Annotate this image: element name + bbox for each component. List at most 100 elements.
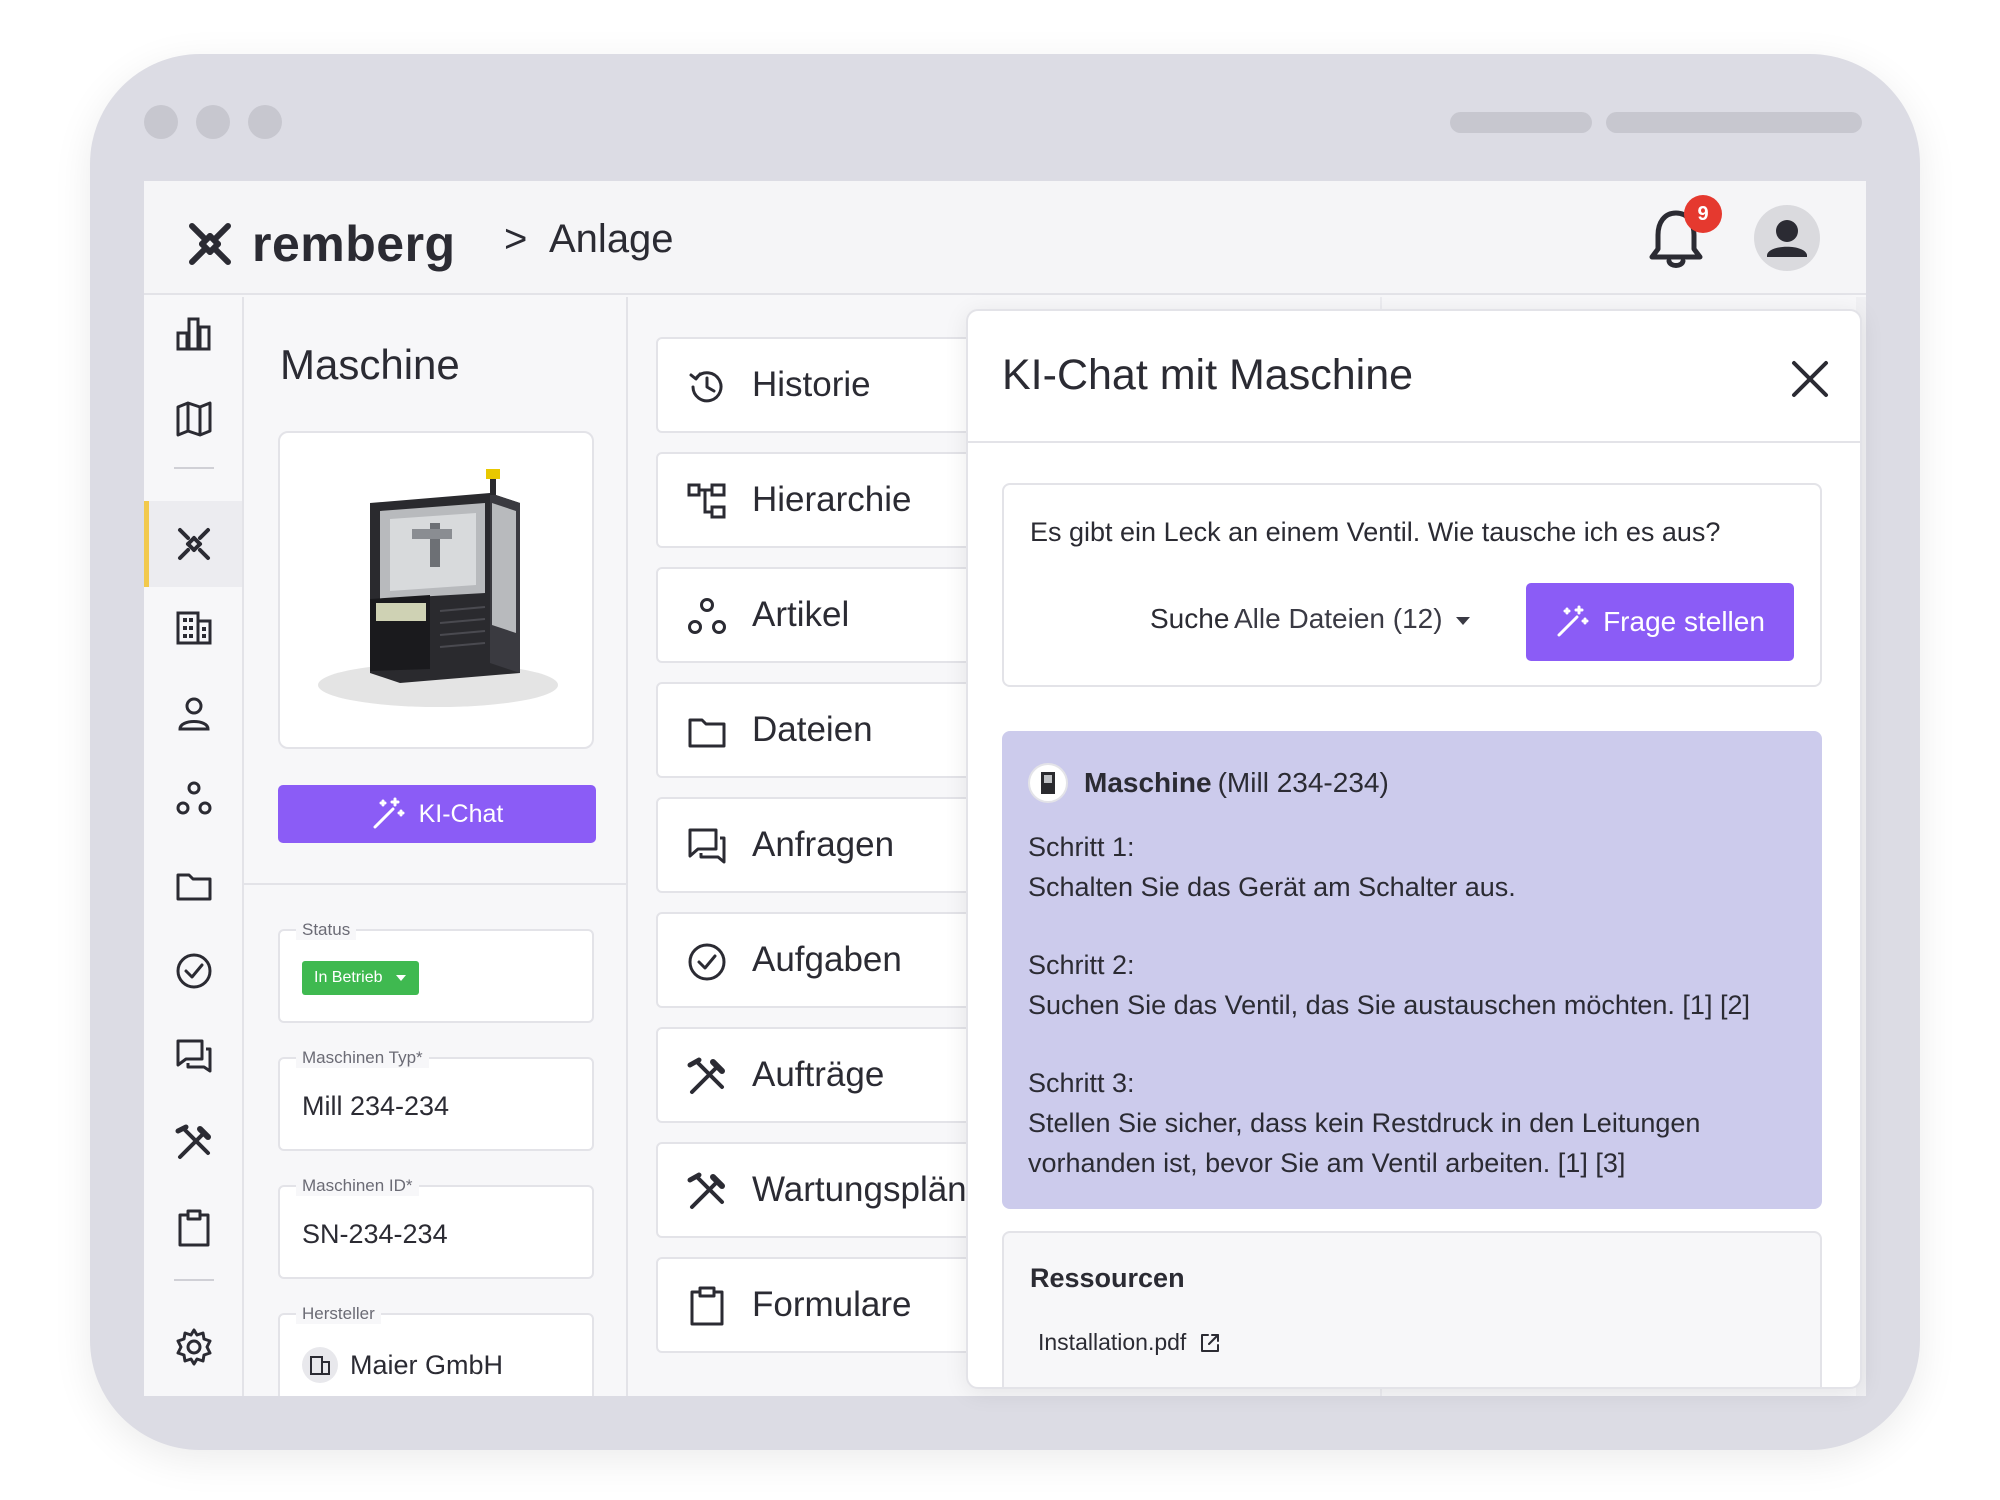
- external-link-icon[interactable]: [1198, 1331, 1222, 1355]
- menu-item-label: Wartungspläne: [752, 1170, 987, 1209]
- gear-icon[interactable]: [174, 1327, 214, 1367]
- status-value: In Betrieb: [314, 969, 383, 986]
- window-bar: [1450, 112, 1592, 133]
- sidebar: [144, 297, 244, 1396]
- menu-item-label: Historie: [752, 365, 871, 404]
- manufacturer-field[interactable]: Hersteller Maier GmbH: [278, 1304, 594, 1396]
- menu-item-formulare[interactable]: Formulare: [656, 1257, 986, 1353]
- hierarchy-icon: [687, 483, 726, 519]
- menu-item-aufgaben[interactable]: Aufgaben: [656, 912, 986, 1008]
- menu-item-label: Dateien: [752, 710, 873, 749]
- answer-step-title: Schritt 3:: [1028, 1068, 1135, 1098]
- sidebar-divider: [174, 467, 214, 469]
- chat-header-divider: [968, 441, 1860, 443]
- ask-question-button[interactable]: Frage stellen: [1526, 583, 1794, 661]
- menu-item-hierarchie[interactable]: Hierarchie: [656, 452, 986, 548]
- answer-step-text: Suchen Sie das Ventil, das Sie austausch…: [1028, 990, 1750, 1020]
- resource-name[interactable]: Installation.pdf: [1038, 1329, 1186, 1356]
- clipboard-icon: [690, 1286, 724, 1326]
- menu-item-dateien[interactable]: Dateien: [656, 682, 986, 778]
- menu-item-anfragen[interactable]: Anfragen: [656, 797, 986, 893]
- question-input-box[interactable]: Es gibt ein Leck an einem Ventil. Wie ta…: [1002, 483, 1822, 687]
- status-badge[interactable]: In Betrieb: [302, 961, 419, 995]
- chat-icon: [688, 828, 726, 864]
- check-circle-icon: [688, 943, 726, 981]
- menu-item-auftraege[interactable]: Aufträge: [656, 1027, 986, 1123]
- machine-image: [278, 431, 594, 749]
- app-header: remberg > Anlage 9: [144, 181, 1866, 295]
- logo-text: remberg: [252, 216, 456, 272]
- magic-wand-icon: [373, 797, 405, 829]
- machine-type-field[interactable]: Maschinen Typ* Mill 234-234: [278, 1048, 594, 1151]
- answer-step-text: Schalten Sie das Gerät am Schalter aus.: [1028, 872, 1516, 902]
- machine-id-label: Maschinen ID*: [296, 1176, 419, 1196]
- answer-step-title: Schritt 1:: [1028, 832, 1135, 862]
- magic-wand-icon: [1557, 605, 1589, 637]
- parts-icon[interactable]: [174, 779, 214, 819]
- answer-source-name: Maschine: [1084, 767, 1212, 798]
- sidebar-divider: [174, 1279, 214, 1281]
- menu-item-label: Hierarchie: [752, 480, 912, 519]
- building-icon: [302, 1347, 338, 1383]
- tools-icon: [687, 1172, 725, 1209]
- page-title: Maschine: [280, 341, 460, 388]
- search-scope-label: Suche: [1150, 603, 1230, 634]
- clipboard-icon[interactable]: [174, 1209, 214, 1249]
- machine-illustration: [318, 469, 558, 707]
- history-icon: [689, 371, 723, 403]
- machine-avatar: [1028, 763, 1068, 803]
- close-icon[interactable]: [1788, 357, 1832, 401]
- answer-step-title: Schritt 2:: [1028, 950, 1135, 980]
- person-icon[interactable]: [174, 693, 214, 733]
- map-icon[interactable]: [174, 399, 214, 439]
- window-dot: [248, 105, 282, 139]
- menu-item-label: Anfragen: [752, 825, 895, 864]
- answer-step-text: Stellen Sie sicher, dass kein Restdruck …: [1028, 1108, 1701, 1178]
- machine-thumbnail-icon: [1041, 772, 1055, 794]
- bar-chart-icon[interactable]: [174, 313, 214, 353]
- machine-id-field[interactable]: Maschinen ID* SN-234-234: [278, 1176, 594, 1279]
- menu-item-label: Formulare: [752, 1285, 912, 1324]
- breadcrumb[interactable]: Anlage: [549, 217, 674, 262]
- kichat-button[interactable]: KI-Chat: [278, 785, 596, 843]
- manufacturer-value-row: Maier GmbH: [302, 1347, 503, 1383]
- window-dot: [144, 105, 178, 139]
- machine-type-value: Mill 234-234: [302, 1091, 450, 1121]
- search-scope-select[interactable]: Alle Dateien (12): [1234, 603, 1443, 635]
- notification-badge: 9: [1684, 195, 1722, 233]
- avatar[interactable]: [1754, 205, 1820, 271]
- logo[interactable]: remberg: [186, 215, 456, 273]
- remberg-logo-icon: [189, 223, 231, 265]
- menu-item-historie[interactable]: Historie: [656, 337, 986, 433]
- folder-icon[interactable]: [174, 865, 214, 905]
- question-input[interactable]: Es gibt ein Leck an einem Ventil. Wie ta…: [1030, 517, 1720, 548]
- machine-id-value: SN-234-234: [302, 1219, 448, 1249]
- answer-step: Schritt 3: Stellen Sie sicher, dass kein…: [1028, 1063, 1808, 1183]
- manufacturer-value: Maier GmbH: [350, 1349, 504, 1380]
- tools-icon[interactable]: [174, 1123, 214, 1163]
- manufacturer-label: Hersteller: [296, 1304, 381, 1324]
- chevron-down-icon[interactable]: [1454, 615, 1472, 627]
- menu-item-wartungsplaene[interactable]: Wartungspläne: [656, 1142, 986, 1238]
- status-field[interactable]: Status In Betrieb: [278, 920, 594, 1023]
- building-icon[interactable]: [174, 607, 214, 647]
- chat-title: KI-Chat mit Maschine: [1002, 351, 1414, 399]
- answer-step: Schritt 2: Suchen Sie das Ventil, das Si…: [1028, 945, 1808, 1025]
- resources-box: Ressourcen Installation.pdf: [1002, 1231, 1822, 1387]
- window-bar: [1606, 112, 1862, 133]
- chat-icon[interactable]: [174, 1037, 214, 1077]
- status-label: Status: [296, 920, 357, 940]
- parts-icon: [688, 598, 726, 634]
- machine-icon[interactable]: [174, 524, 214, 564]
- answer-step: Schritt 1: Schalten Sie das Gerät am Sch…: [1028, 827, 1808, 907]
- ai-chat-panel: KI-Chat mit Maschine Es gibt ein Leck an…: [966, 309, 1862, 1389]
- check-circle-icon[interactable]: [174, 951, 214, 991]
- resource-link[interactable]: Installation.pdf: [1038, 1329, 1222, 1356]
- user-icon: [1767, 220, 1807, 257]
- menu-item-label: Aufgaben: [752, 940, 902, 979]
- resources-title: Ressourcen: [1030, 1263, 1185, 1293]
- breadcrumb-separator: >: [504, 217, 528, 261]
- menu-item-artikel[interactable]: Artikel: [656, 567, 986, 663]
- folder-icon: [688, 718, 726, 748]
- kichat-button-label: KI-Chat: [418, 799, 504, 828]
